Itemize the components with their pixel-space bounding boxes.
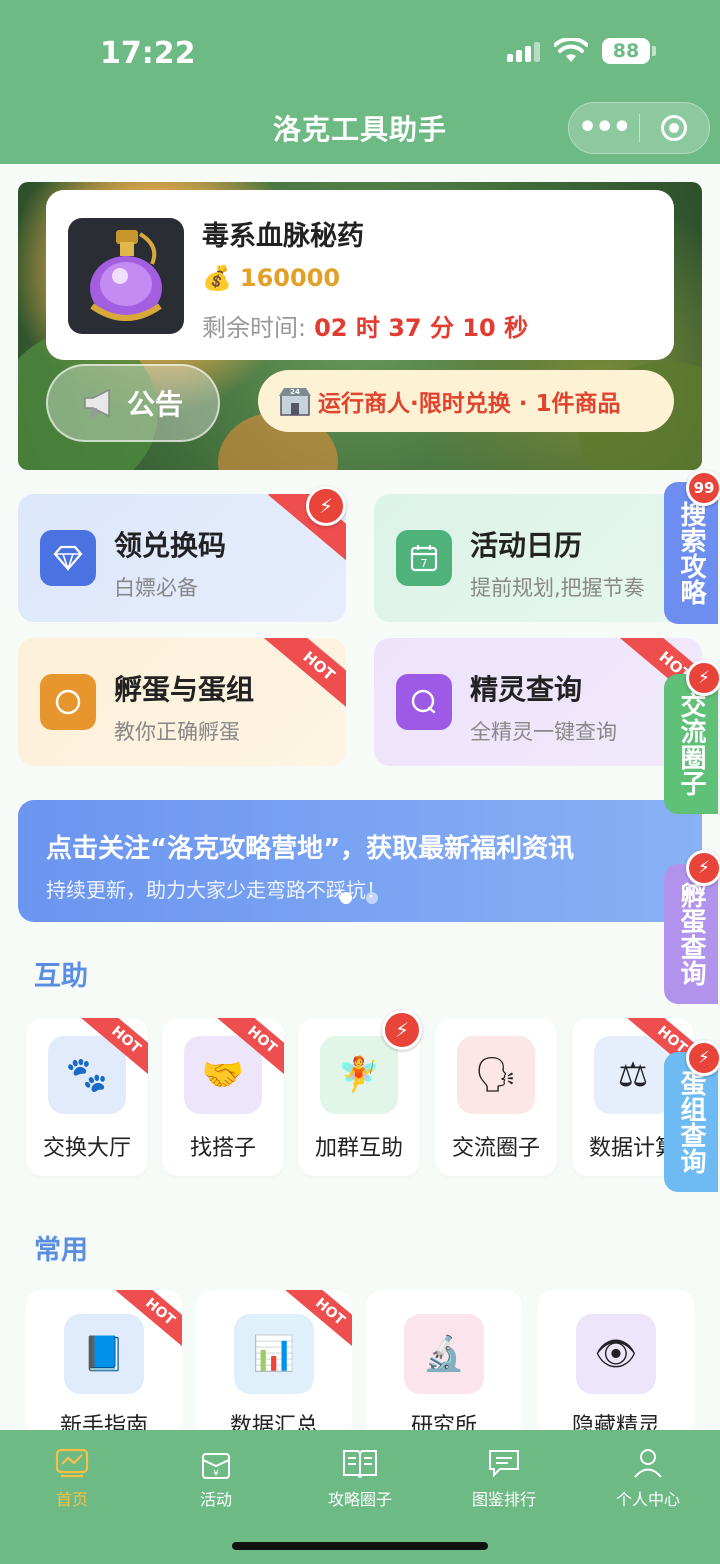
speaking-head-icon: 🗣 [457, 1036, 535, 1114]
home-indicator [232, 1542, 488, 1550]
lightning-badge-icon: ⚡ [382, 1010, 422, 1050]
lightning-badge-icon: ⚡ [686, 850, 720, 886]
miniprogram-capsule: ••• [568, 102, 710, 154]
section-title-common: 常用 [34, 1235, 88, 1266]
card-subtitle: 白嫖必备 [114, 576, 198, 600]
close-miniprogram-button[interactable] [640, 115, 710, 141]
battery-level: 88 [602, 38, 650, 64]
wifi-icon [554, 38, 588, 62]
activity-calendar-card[interactable]: 7 活动日历 提前规划,把握节奏 [374, 494, 702, 622]
card-subtitle: 提前规划,把握节奏 [470, 576, 645, 600]
redeem-code-card[interactable]: 领兑换码 白嫖必备 [18, 494, 346, 622]
notification-count-badge: 99 [686, 470, 720, 506]
potion-icon [90, 230, 162, 321]
carousel-dots [340, 892, 378, 904]
tab-label: 首页 [55, 1490, 88, 1509]
side-tab-label: 搜索攻略 [676, 501, 706, 605]
diamond-icon [40, 530, 96, 586]
potion-image [68, 218, 184, 334]
notice-button[interactable]: 公告 [46, 364, 220, 442]
status-icons: 88 [507, 38, 656, 64]
svg-text:¥: ¥ [213, 1469, 219, 1479]
tile-label: 交流圈子 [451, 1136, 540, 1161]
countdown-timer: 剩余时间: 02 时 37 分 10 秒 [202, 308, 528, 343]
data-summary-tile[interactable]: 📊 数据汇总 HOT [196, 1290, 352, 1440]
lightning-badge-icon: ⚡ [686, 1040, 720, 1076]
card-subtitle: 全精灵一键查询 [470, 720, 617, 744]
eye-icon: 👁 [576, 1314, 656, 1394]
community-circle-tile[interactable]: 🗣 交流圈子 [435, 1018, 557, 1176]
tile-label: 交换大厅 [42, 1136, 131, 1161]
bar-chart-icon: 📊 [234, 1314, 314, 1394]
exchange-hall-tile[interactable]: 🐾 交换大厅 HOT [26, 1018, 148, 1176]
fairy-icon: 🧚 [320, 1036, 398, 1114]
tab-ranking[interactable]: 图鉴排行 [432, 1440, 576, 1510]
side-tab-label: 孵蛋查询 [676, 882, 706, 986]
notice-label: 公告 [126, 388, 183, 421]
timer-label: 剩余时间: [202, 314, 307, 342]
tab-guide-circle[interactable]: 攻略圈子 [288, 1440, 432, 1510]
side-tab-label: 交流圈子 [676, 692, 706, 796]
tile-label: 加群互助 [314, 1136, 403, 1161]
search-spirit-icon [396, 674, 452, 730]
money-bag-icon: 💰 [202, 264, 232, 292]
svg-text:7: 7 [421, 557, 428, 570]
hidden-spirit-tile[interactable]: 👁 隐藏精灵 [538, 1290, 694, 1440]
card-subtitle: 教你正确孵蛋 [114, 720, 240, 744]
home-chart-icon [55, 1448, 89, 1478]
scale-icon: ⚖ [594, 1036, 672, 1114]
shop-24h-icon: 24 [279, 388, 311, 416]
target-icon [661, 115, 688, 141]
prize-name: 毒系血脉秘药 [202, 221, 364, 252]
svg-text:24: 24 [290, 388, 300, 396]
merchant-text: 运行商人·限时兑换 · 1件商品 [318, 391, 621, 417]
hot-ribbon: HOT [260, 638, 346, 719]
tab-label: 图鉴排行 [471, 1490, 536, 1509]
research-institute-tile[interactable]: 🔬 研究所 [366, 1290, 522, 1440]
card-title: 活动日历 [470, 529, 583, 562]
tab-label: 攻略圈子 [327, 1490, 392, 1509]
section-title-mutual: 互助 [34, 961, 88, 992]
tab-activity[interactable]: ¥ 活动 [144, 1440, 288, 1510]
cellular-signal-icon [507, 40, 540, 62]
chat-bubble-icon [489, 1450, 519, 1478]
side-tab-label: 蛋组查询 [676, 1070, 706, 1174]
tab-profile[interactable]: 个人中心 [576, 1440, 720, 1510]
calendar-icon: 7 [396, 530, 452, 586]
lightning-badge-icon: ⚡ [306, 486, 346, 526]
tile-label: 找搭子 [189, 1136, 256, 1161]
card-title: 精灵查询 [470, 673, 583, 706]
timer-value: 02 时 37 分 10 秒 [314, 314, 529, 342]
card-title: 孵蛋与蛋组 [114, 673, 255, 706]
tab-label: 活动 [199, 1490, 232, 1509]
app-header: 17:22 88 洛克工具助手 ••• [0, 0, 720, 164]
open-book-icon [343, 1450, 377, 1479]
status-time: 17:22 [100, 36, 196, 71]
red-envelope-icon: ¥ [202, 1453, 230, 1479]
user-icon [634, 1449, 662, 1478]
card-title: 领兑换码 [114, 529, 227, 562]
lightning-badge-icon: ⚡ [686, 660, 720, 696]
prize-price: 💰 160000 [202, 264, 340, 292]
more-menu-button[interactable]: ••• [569, 102, 639, 154]
megaphone-icon [84, 388, 110, 418]
tab-home[interactable]: 首页 [0, 1440, 144, 1510]
egg-hatching-card[interactable]: 孵蛋与蛋组 教你正确孵蛋 HOT [18, 638, 346, 766]
tab-label: 个人中心 [615, 1490, 680, 1509]
promo-subtitle: 持续更新，助力大家少走弯路不踩坑！ [46, 878, 386, 902]
prize-price-value: 160000 [239, 264, 341, 292]
paw-icon: 🐾 [48, 1036, 126, 1114]
egg-icon [40, 674, 96, 730]
book-icon: 📘 [64, 1314, 144, 1394]
find-partner-tile[interactable]: 🤝 找搭子 HOT [162, 1018, 284, 1176]
beginner-guide-tile[interactable]: 📘 新手指南 HOT [26, 1290, 182, 1440]
promo-title: 点击关注“洛克攻略营地”，获取最新福利资讯 [46, 834, 575, 864]
battery-icon: 88 [602, 38, 656, 64]
microscope-icon: 🔬 [404, 1314, 484, 1394]
spirit-query-card[interactable]: 精灵查询 全精灵一键查询 HOT [374, 638, 702, 766]
merchant-pill[interactable]: 24 运行商人·限时兑换 · 1件商品 [258, 370, 674, 432]
handshake-icon: 🤝 [184, 1036, 262, 1114]
